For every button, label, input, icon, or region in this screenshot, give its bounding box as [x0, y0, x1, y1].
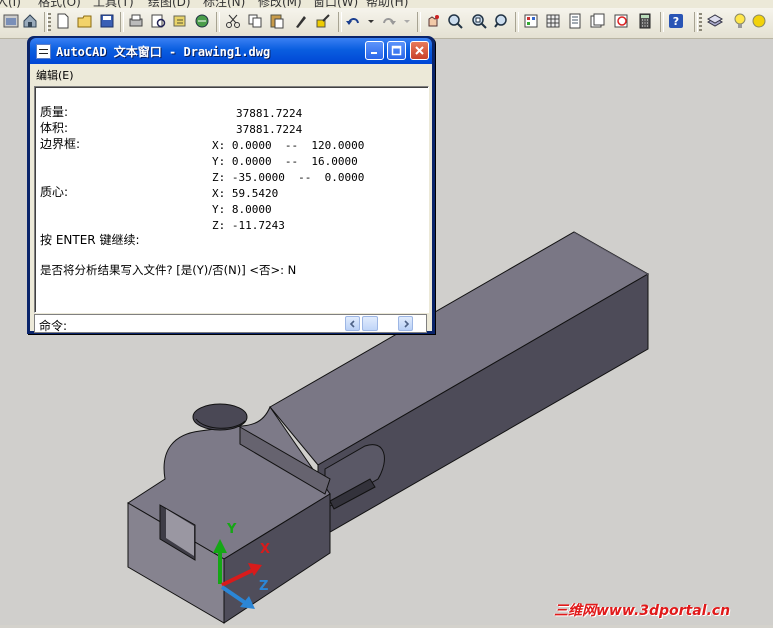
undo-icon[interactable]: [344, 12, 362, 30]
command-prompt-label: 命令:: [39, 319, 68, 333]
zoom-window-icon[interactable]: [470, 12, 488, 30]
continue-prompt: 按 ENTER 键继续:: [40, 233, 140, 247]
horizontal-scrollbar[interactable]: [345, 316, 413, 331]
menu-edit[interactable]: 编辑(E): [36, 67, 74, 83]
calculator-icon[interactable]: [636, 12, 654, 30]
match-properties-icon[interactable]: [292, 12, 310, 30]
command-line[interactable]: 命令:: [34, 314, 427, 333]
text-window[interactable]: AutoCAD 文本窗口 - Drawing1.dwg 编辑(E) 质量: 37…: [27, 36, 435, 334]
redo-icon[interactable]: [380, 12, 398, 30]
bbox-z: Z: -35.0000 -- 0.0000: [212, 171, 365, 184]
scroll-right-button[interactable]: [398, 316, 413, 331]
house-icon[interactable]: [21, 12, 39, 30]
maximize-button[interactable]: [387, 41, 406, 60]
pan-icon[interactable]: [424, 12, 442, 30]
properties-icon[interactable]: [522, 12, 540, 30]
standard-toolbar: ?: [0, 8, 773, 39]
centroid-x: X: 59.5420: [212, 187, 279, 200]
close-icon: [415, 46, 424, 55]
text-window-titlebar[interactable]: AutoCAD 文本窗口 - Drawing1.dwg: [30, 38, 432, 64]
ucs-x-label: X: [260, 542, 271, 557]
centroid-z: Z: -11.7243: [212, 219, 285, 232]
centroid-label: 质心:: [40, 185, 69, 199]
save-icon[interactable]: [98, 12, 116, 30]
minimize-button[interactable]: [365, 41, 384, 60]
bbox-label: 边界框:: [40, 137, 81, 151]
new-icon[interactable]: [54, 12, 72, 30]
tool-palettes-icon[interactable]: [566, 12, 584, 30]
text-window-app-icon[interactable]: [36, 44, 51, 59]
open-icon[interactable]: [76, 12, 94, 30]
cut-icon[interactable]: [224, 12, 242, 30]
print-icon[interactable]: [127, 12, 145, 30]
etransmit-icon[interactable]: [193, 12, 211, 30]
scroll-left-button[interactable]: [345, 316, 360, 331]
volume-label: 体积:: [40, 121, 69, 135]
sheet-set-icon[interactable]: [588, 12, 606, 30]
undo-dropdown-icon[interactable]: [366, 12, 376, 30]
sun-icon[interactable]: [750, 12, 768, 30]
volume-value: 37881.7224: [236, 123, 303, 136]
design-center-icon[interactable]: [544, 12, 562, 30]
write-prompt: 是否将分析结果写入文件? [是(Y)/否(N)] <否>: N: [40, 263, 297, 277]
ucs-y-label: Y: [227, 522, 237, 537]
copy-icon[interactable]: [246, 12, 264, 30]
bbox-x: X: 0.0000 -- 120.0000: [212, 139, 365, 152]
publish-icon[interactable]: [171, 12, 189, 30]
watermark: 三维网www.3dportal.cn: [554, 603, 731, 619]
layer-manager-icon[interactable]: [706, 12, 724, 30]
markup-icon[interactable]: [612, 12, 630, 30]
minimize-icon: [371, 52, 377, 54]
zoom-realtime-icon[interactable]: [446, 12, 464, 30]
zoom-previous-icon[interactable]: [492, 12, 510, 30]
mass-label: 质量:: [40, 105, 69, 119]
plot-preview-icon[interactable]: [149, 12, 167, 30]
text-window-title: AutoCAD 文本窗口 - Drawing1.dwg: [56, 45, 271, 59]
block-editor-icon[interactable]: [314, 12, 332, 30]
svg-text:?: ?: [673, 15, 679, 28]
menu-edit-shortcut: (E): [58, 69, 74, 82]
close-button[interactable]: [410, 41, 429, 60]
scroll-thumb[interactable]: [362, 316, 378, 331]
centroid-y: Y: 8.0000: [212, 203, 272, 216]
mass-value: 37881.7224: [236, 107, 303, 120]
toolbar-left-icon[interactable]: [2, 12, 20, 30]
help-icon[interactable]: ?: [667, 12, 685, 30]
command-history[interactable]: 质量: 37881.7224 体积: 37881.7224 边界框: X: 0.…: [34, 86, 429, 313]
menu-edit-label: 编辑: [36, 69, 58, 82]
maximize-icon: [391, 45, 402, 56]
paste-icon[interactable]: [268, 12, 286, 30]
ucs-z-label: Z: [259, 579, 269, 594]
bbox-y: Y: 0.0000 -- 16.0000: [212, 155, 358, 168]
redo-dropdown-icon[interactable]: [402, 12, 412, 30]
text-window-body: 编辑(E) 质量: 37881.7224 体积: 37881.7224 边界框:…: [30, 64, 432, 333]
lightbulb-icon[interactable]: [731, 12, 749, 30]
chevron-left-icon: [349, 319, 355, 328]
chevron-right-icon: [403, 319, 409, 328]
